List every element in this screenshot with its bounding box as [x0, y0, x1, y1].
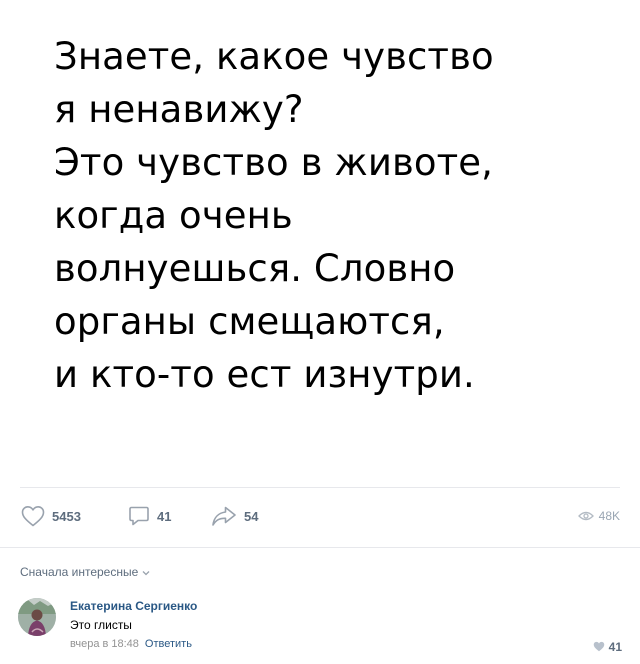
post-text: Знаете, какое чувство я ненавижу? Это чу…: [54, 30, 614, 401]
post-actions-bar: 5453 41 54 48K: [0, 500, 640, 532]
comment-text: Это глисты: [70, 618, 132, 632]
sort-label: Сначала интересные: [20, 565, 139, 579]
heart-filled-icon: [593, 637, 605, 656]
post-divider: [20, 487, 620, 488]
like-button[interactable]: 5453: [20, 500, 81, 532]
post-text-line: волнуешься. Словно: [54, 247, 456, 290]
avatar[interactable]: [18, 598, 56, 636]
post-text-line: я ненавижу?: [54, 88, 304, 131]
chevron-down-icon: [138, 565, 150, 579]
share-button[interactable]: 54: [210, 500, 258, 532]
post-text-line: и кто-то ест изнутри.: [54, 353, 475, 396]
share-arrow-icon: [210, 504, 238, 528]
share-count: 54: [244, 508, 259, 524]
comment-button[interactable]: 41: [127, 500, 171, 532]
comment-like-count: 41: [608, 639, 622, 654]
speech-bubble-icon: [127, 504, 151, 528]
comments-sort-dropdown[interactable]: Сначала интересные: [20, 565, 150, 579]
comment-item: Екатерина Сергиенко Это глисты вчера в 1…: [18, 594, 622, 658]
comment-author-link[interactable]: Екатерина Сергиенко: [70, 599, 197, 613]
comment-like-button[interactable]: 41: [593, 637, 622, 656]
post-text-line: органы смещаются,: [54, 300, 445, 343]
comment-meta: вчера в 18:48 Ответить: [70, 638, 192, 650]
post-page: Знаете, какое чувство я ненавижу? Это чу…: [0, 0, 640, 664]
heart-outline-icon: [20, 504, 46, 528]
eye-icon: [577, 507, 594, 526]
like-count: 5453: [52, 508, 81, 524]
comment-count: 41: [157, 508, 172, 524]
post-text-line: когда очень: [54, 194, 293, 237]
comments-divider: [0, 547, 640, 548]
post-text-line: Это чувство в животе,: [54, 141, 494, 184]
comment-time[interactable]: вчера в 18:48: [70, 638, 139, 650]
reply-button[interactable]: Ответить: [145, 638, 192, 650]
post-text-line: Знаете, какое чувство: [54, 35, 494, 78]
views-counter: 48K: [577, 500, 620, 532]
views-count: 48K: [598, 509, 620, 523]
